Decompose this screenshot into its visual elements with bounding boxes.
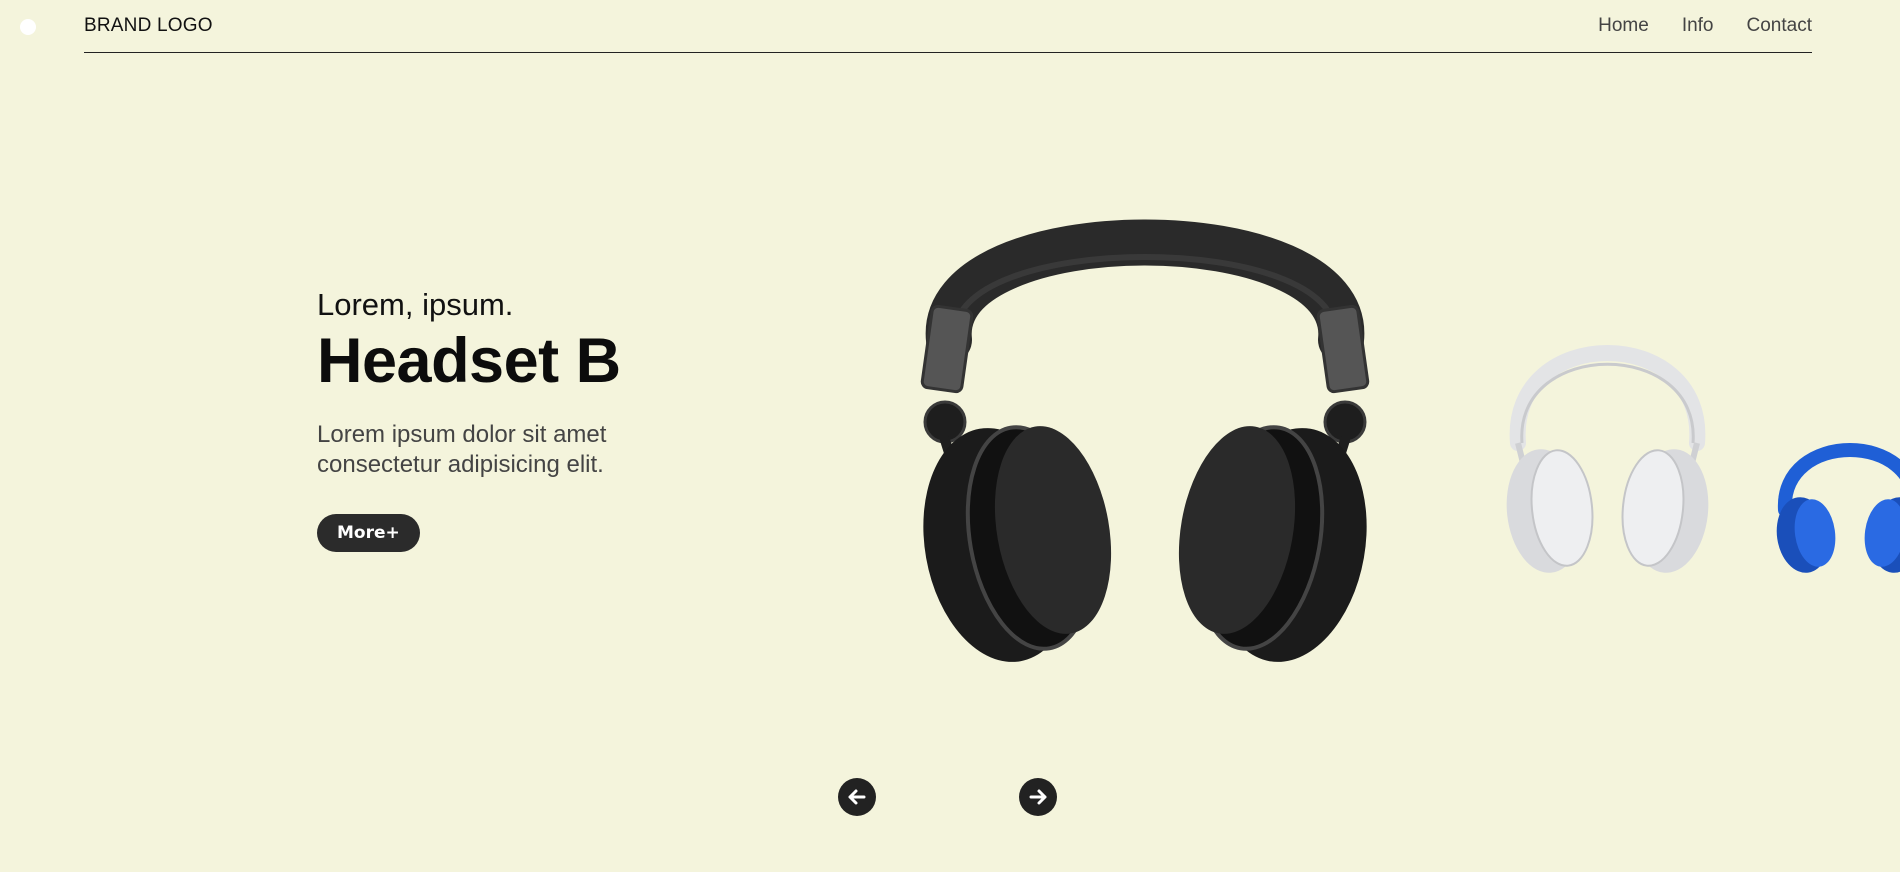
hero-description-line-1: Lorem ipsum dolor sit amet — [317, 421, 607, 448]
arrow-right-icon — [1029, 789, 1047, 805]
carousel-next-button[interactable] — [1019, 778, 1057, 816]
white-headphones-image — [1506, 345, 1709, 573]
nav-contact-link[interactable]: Contact — [1747, 15, 1812, 37]
hero-description-line-2: consectetur adipisicing elit. — [317, 451, 604, 478]
more-button[interactable]: More+ — [317, 514, 420, 552]
main-nav: Home Info Contact — [1598, 15, 1812, 37]
indicator-dot — [20, 19, 36, 35]
blue-headphones-image — [1776, 443, 1900, 573]
hero-content: Lorem, ipsum. Headset B Lorem ipsum dolo… — [317, 286, 737, 552]
nav-info-link[interactable]: Info — [1682, 15, 1714, 37]
top-header: BRAND LOGO Home Info Contact — [84, 0, 1812, 53]
hero-description: Lorem ipsum dolor sit amet consectetur a… — [317, 420, 737, 480]
hero-eyebrow: Lorem, ipsum. — [317, 287, 514, 322]
nav-home-link[interactable]: Home — [1598, 15, 1649, 37]
hero-title: Headset B — [317, 326, 621, 396]
black-headphones-image — [920, 219, 1370, 662]
arrow-left-icon — [848, 789, 866, 805]
brand-logo[interactable]: BRAND LOGO — [84, 15, 213, 37]
carousel-prev-button[interactable] — [838, 778, 876, 816]
